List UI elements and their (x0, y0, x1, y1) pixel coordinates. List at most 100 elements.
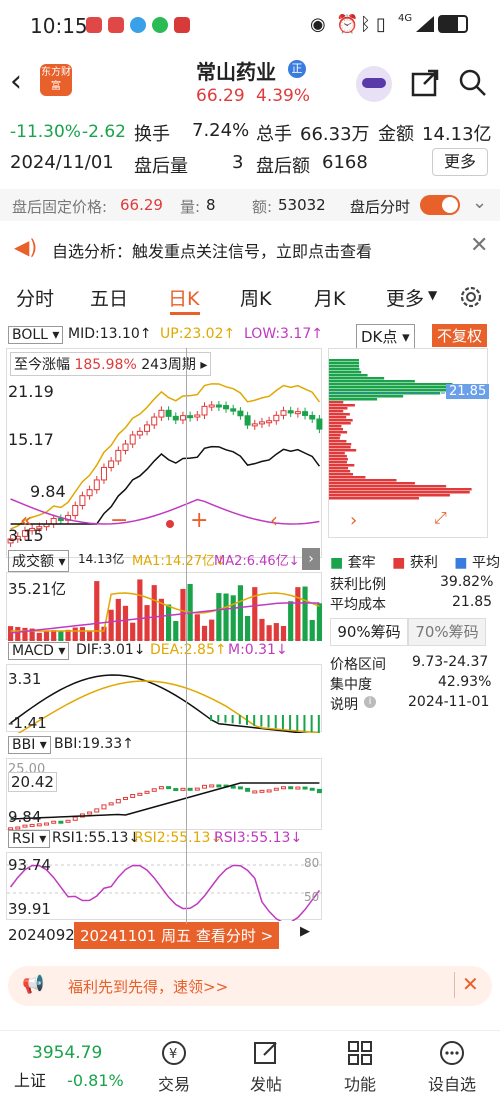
chevron-down-icon[interactable]: ⌄ (472, 192, 487, 213)
chip-bar (329, 407, 348, 410)
date-tooltip-button[interactable]: 20241101 周五 查看分时 > (74, 922, 280, 949)
bbi-candle (130, 794, 136, 798)
zoom-plus-icon[interactable]: + (190, 508, 208, 533)
caret-down-icon[interactable]: ▼ (428, 288, 437, 302)
close-icon[interactable]: ✕ (462, 972, 479, 996)
expand-icon[interactable]: ⤢ (434, 508, 447, 528)
scroll-left-icon[interactable]: ‹ (270, 508, 278, 532)
nav-post[interactable]: 发帖 (226, 1039, 306, 1095)
rsi3-value: RSI3:55.13↓ (214, 830, 303, 846)
candle-body (144, 424, 151, 432)
bbi-candle (58, 820, 64, 824)
rsi-ref-50: 50 (304, 890, 320, 904)
tab-more[interactable]: 更多 (386, 284, 424, 311)
chip-bar (329, 482, 415, 485)
legend-locked: 套牢 (347, 555, 376, 571)
notice-text[interactable]: 自选分析：触发重点关注信号，立即点击查看 (52, 238, 372, 262)
indicator-select-volume[interactable]: 成交额 ▾ (8, 550, 70, 572)
bbi-candle (230, 785, 236, 789)
indicator-select-macd[interactable]: MACD ▾ (8, 642, 70, 660)
bbi-candle (108, 802, 114, 806)
macd-chart[interactable] (6, 664, 322, 739)
chip-tab-70[interactable]: 70%筹码 (408, 618, 486, 646)
zoom-out-left-icon[interactable]: « (20, 508, 32, 532)
macd-bar (260, 715, 263, 727)
chip-profit-value: 39.82% (440, 574, 494, 590)
bbi-candles (8, 782, 322, 831)
nav-trade[interactable]: ¥ 交易 (134, 1039, 214, 1095)
bbi-candle (295, 786, 301, 790)
nav-functions[interactable]: 功能 (320, 1039, 400, 1095)
adjust-button[interactable]: 不复权 (432, 324, 488, 347)
macd-lines (10, 674, 320, 739)
chip-scroll-icon[interactable]: › (350, 510, 357, 531)
after-price-label: 盘后固定价格: (12, 198, 108, 216)
stock-price: 66.29 (196, 86, 245, 106)
chip-bar (329, 440, 347, 443)
notice-bar[interactable]: ◀) 自选分析：触发重点关注信号，立即点击查看 ✕ (0, 227, 500, 269)
volume-bar (22, 627, 28, 641)
grid-icon (348, 1041, 372, 1065)
zoom-minus-icon[interactable]: − (110, 508, 128, 533)
volume-bar (245, 615, 251, 641)
back-icon[interactable]: ‹ (10, 64, 22, 99)
volume-bar (173, 620, 179, 641)
after-hours-toggle[interactable] (420, 195, 460, 215)
tab-5day[interactable]: 五日 (90, 284, 128, 311)
date-next-icon[interactable]: ▶ (300, 924, 310, 939)
chip-tab-90[interactable]: 90%筹码 (330, 618, 408, 646)
chip-bar (329, 470, 351, 473)
bbi-candle (151, 788, 157, 792)
app-logo[interactable]: 东方财富 (40, 64, 72, 96)
bbi-chart[interactable] (6, 758, 322, 831)
boll-low: LOW:3.17↑ (244, 326, 323, 342)
active-tab-indicator (170, 312, 200, 315)
candle-body (230, 408, 237, 412)
position-dot-icon (166, 520, 174, 528)
bbi-candle (87, 811, 93, 815)
more-button[interactable]: 更多 (432, 148, 488, 176)
chip-range-label: 价格区间 (330, 657, 386, 673)
indicator-select-boll[interactable]: BOLL ▾ (8, 326, 64, 344)
period-tabs: 分时 五日 日K 周K 月K 更多 ▼ (0, 280, 500, 316)
dk-point-button[interactable]: DK点 ▾ (356, 324, 415, 349)
svg-text:¥: ¥ (169, 1047, 177, 1062)
range-gain-box[interactable]: 至今涨幅 185.98% 243周期 ▸ (10, 352, 212, 376)
volume-bar (58, 631, 64, 641)
tab-weekly[interactable]: 周K (240, 284, 271, 311)
close-icon[interactable]: ✕ (470, 233, 488, 258)
volume-bar (288, 601, 294, 641)
chip-bar (329, 401, 344, 404)
settings-icon[interactable] (458, 284, 484, 310)
promo-banner[interactable]: 📢 福利先到先得，速领>> ✕ (8, 966, 492, 1006)
share-icon[interactable] (410, 68, 440, 98)
indicator-scroll-icon[interactable]: › (302, 548, 320, 570)
nav-add-watchlist[interactable]: 设自选 (412, 1039, 492, 1095)
rsi-chart[interactable] (6, 852, 323, 924)
search-icon[interactable] (458, 68, 488, 98)
index-quote[interactable]: 3954.79 上证 -0.81% (14, 1043, 134, 1091)
chip-bar (329, 446, 351, 449)
tab-monthly[interactable]: 月K (314, 284, 345, 311)
tab-timeshare[interactable]: 分时 (16, 284, 54, 311)
bbi-candle (237, 786, 243, 790)
chip-bar (329, 458, 348, 461)
promo-text[interactable]: 福利先到先得，速领>> (68, 976, 228, 997)
rsi-lines (7, 864, 323, 924)
chip-bar (329, 494, 450, 497)
bbi-candle (72, 816, 78, 821)
volume-bar (273, 623, 279, 641)
macd-dea: DEA:2.85↑ (150, 642, 227, 658)
bbi-candle (209, 784, 215, 788)
chip-bar (329, 452, 345, 455)
index-pct: -0.81% (67, 1071, 124, 1090)
bbi-candle (115, 798, 121, 804)
info-icon[interactable]: i (364, 696, 376, 708)
tab-daily[interactable]: 日K (168, 284, 199, 311)
after-amt2-value: 53032 (278, 196, 326, 214)
indicator-select-bbi[interactable]: BBI ▾ (8, 736, 51, 754)
volume-bar (151, 585, 157, 641)
macd-bar (317, 715, 320, 733)
robot-assistant-icon[interactable] (356, 66, 392, 102)
indicator-select-rsi[interactable]: RSI ▾ (8, 830, 51, 848)
